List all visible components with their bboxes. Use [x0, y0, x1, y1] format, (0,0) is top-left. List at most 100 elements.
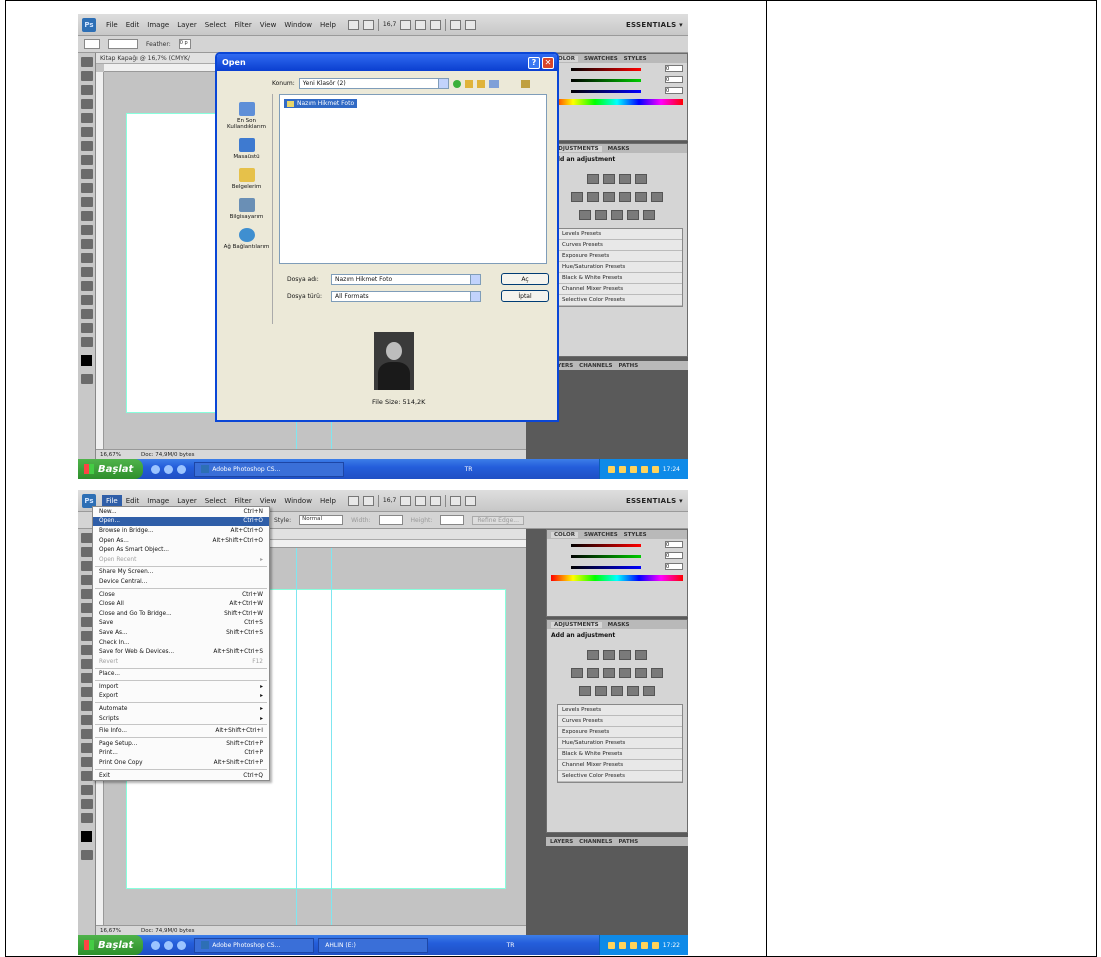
- file-menu-item[interactable]: Open... Ctrl+O: [93, 516, 269, 527]
- pen-tool-icon[interactable]: [81, 253, 93, 263]
- type-tool-icon[interactable]: [81, 267, 93, 277]
- marquee-tool-preset-icon[interactable]: [84, 39, 100, 49]
- channel-mixer-icon[interactable]: [651, 668, 663, 678]
- green-slider[interactable]: 0: [567, 552, 683, 561]
- gradient-map-icon[interactable]: [627, 686, 639, 696]
- file-menu-item[interactable]: Page Setup... Shift+Ctrl+P: [93, 739, 269, 749]
- filename-input[interactable]: Nazım Hikmet Foto: [331, 274, 481, 285]
- menu-help[interactable]: Help: [316, 495, 340, 507]
- file-menu-item[interactable]: Close and Go To Bridge... Shift+Ctrl+W: [93, 609, 269, 619]
- exposure-icon[interactable]: [635, 174, 647, 184]
- help-button[interactable]: ?: [528, 56, 540, 69]
- menu-window[interactable]: Window: [280, 495, 316, 507]
- start-button[interactable]: Başlat: [78, 935, 144, 955]
- invert-icon[interactable]: [579, 686, 591, 696]
- tab-masks[interactable]: MASKS: [608, 146, 630, 152]
- menu-image[interactable]: Image: [143, 495, 173, 507]
- posterize-icon[interactable]: [595, 210, 607, 220]
- photo-filter-icon[interactable]: [635, 192, 647, 202]
- style-dropdown[interactable]: Normal: [299, 515, 344, 525]
- channel-mixer-icon[interactable]: [651, 192, 663, 202]
- menu-select[interactable]: Select: [201, 495, 231, 507]
- green-slider[interactable]: 0: [567, 76, 683, 85]
- list-item[interactable]: Levels Presets: [558, 229, 682, 240]
- file-menu-item[interactable]: Device Central...: [93, 577, 269, 587]
- taskbar-drive[interactable]: AHLIN (E:): [318, 937, 429, 953]
- color-spectrum[interactable]: [551, 575, 683, 581]
- red-value[interactable]: 0: [665, 541, 683, 548]
- list-item[interactable]: Selective Color Presets: [558, 771, 682, 782]
- tab-swatches[interactable]: SWATCHES: [584, 56, 618, 62]
- tab-channels[interactable]: CHANNELS: [579, 363, 612, 369]
- color-balance-icon[interactable]: [603, 192, 615, 202]
- taskbar-photoshop[interactable]: Adobe Photoshop CS...: [194, 461, 345, 477]
- tray-icon[interactable]: [651, 941, 659, 949]
- media-icon[interactable]: [164, 940, 174, 950]
- threshold-icon[interactable]: [611, 686, 623, 696]
- tray-icon[interactable]: [651, 465, 659, 473]
- tab-adjustments[interactable]: ADJUSTMENTS: [551, 621, 602, 628]
- menu-file[interactable]: File: [102, 494, 122, 507]
- lasso-tool-icon[interactable]: [81, 85, 93, 95]
- zoom-level[interactable]: 16,7: [383, 497, 396, 504]
- cancel-button[interactable]: İptal: [501, 290, 549, 302]
- zoom-tool-icon[interactable]: [81, 813, 93, 823]
- tab-paths[interactable]: PATHS: [619, 363, 639, 369]
- file-menu-item[interactable]: Export ▸: [93, 692, 269, 702]
- list-item[interactable]: Curves Presets: [558, 716, 682, 727]
- eyedropper-tool-icon[interactable]: [81, 127, 93, 137]
- quick-mask-icon[interactable]: [81, 850, 93, 860]
- brush-tool-icon[interactable]: [81, 155, 93, 165]
- shape-tool-icon[interactable]: [81, 295, 93, 305]
- place-desktop[interactable]: Masaüstü: [221, 138, 272, 160]
- path-selection-tool-icon[interactable]: [81, 281, 93, 291]
- menu-window[interactable]: Window: [280, 19, 316, 31]
- place-computer[interactable]: Bilgisayarım: [221, 198, 272, 220]
- menu-view[interactable]: View: [256, 495, 281, 507]
- red-slider[interactable]: 0: [567, 541, 683, 550]
- brightness-icon[interactable]: [587, 650, 599, 660]
- tab-color[interactable]: COLOR: [551, 531, 578, 538]
- tray-icon[interactable]: [618, 465, 626, 473]
- open-button[interactable]: Aç: [501, 273, 549, 285]
- list-item[interactable]: Hue/Saturation Presets: [558, 262, 682, 273]
- menu-layer[interactable]: Layer: [173, 19, 201, 31]
- look-in-dropdown[interactable]: Yeni Klasör (2): [298, 78, 449, 89]
- file-menu-item[interactable]: Automate ▸: [93, 704, 269, 714]
- language-indicator[interactable]: TR: [507, 942, 515, 949]
- file-menu-item[interactable]: Exit Ctrl+Q: [93, 771, 269, 781]
- tray-icon[interactable]: [640, 465, 648, 473]
- zoom-tool-icon[interactable]: [81, 337, 93, 347]
- view-menu-icon[interactable]: [488, 79, 499, 88]
- selective-color-icon[interactable]: [643, 210, 655, 220]
- tab-masks[interactable]: MASKS: [608, 622, 630, 628]
- chevron-down-icon[interactable]: [470, 292, 480, 301]
- workspace-switcher[interactable]: ESSENTIALS ▾: [626, 21, 683, 29]
- file-menu-item[interactable]: New... Ctrl+N: [93, 507, 269, 517]
- color-balance-icon[interactable]: [603, 668, 615, 678]
- file-menu-item[interactable]: Print... Ctrl+P: [93, 749, 269, 759]
- blue-slider[interactable]: 0: [567, 87, 683, 96]
- place-documents[interactable]: Belgelerim: [221, 168, 272, 190]
- menu-filter[interactable]: Filter: [230, 19, 255, 31]
- blue-slider[interactable]: 0: [567, 563, 683, 572]
- chevron-down-icon[interactable]: [437, 79, 448, 88]
- hand-tool-icon[interactable]: [81, 323, 93, 333]
- tab-paths[interactable]: PATHS: [619, 839, 639, 845]
- close-button[interactable]: ✕: [542, 56, 554, 69]
- hand-tool-icon[interactable]: [400, 495, 412, 506]
- foreground-color-swatch[interactable]: [81, 831, 92, 842]
- height-input[interactable]: [440, 515, 465, 525]
- menu-edit[interactable]: Edit: [122, 495, 144, 507]
- tab-swatches[interactable]: SWATCHES: [584, 532, 618, 538]
- quick-mask-icon[interactable]: [81, 374, 93, 384]
- move-tool-icon[interactable]: [81, 57, 93, 67]
- menu-view[interactable]: View: [256, 19, 281, 31]
- file-menu-item[interactable]: Save Ctrl+S: [93, 619, 269, 629]
- curves-icon[interactable]: [619, 174, 631, 184]
- file-menu-item[interactable]: Browse in Bridge... Alt+Ctrl+O: [93, 526, 269, 536]
- curves-icon[interactable]: [619, 650, 631, 660]
- arrange-documents-icon[interactable]: [450, 19, 462, 30]
- menu-select[interactable]: Select: [201, 19, 231, 31]
- filetype-dropdown[interactable]: All Formats: [331, 291, 481, 302]
